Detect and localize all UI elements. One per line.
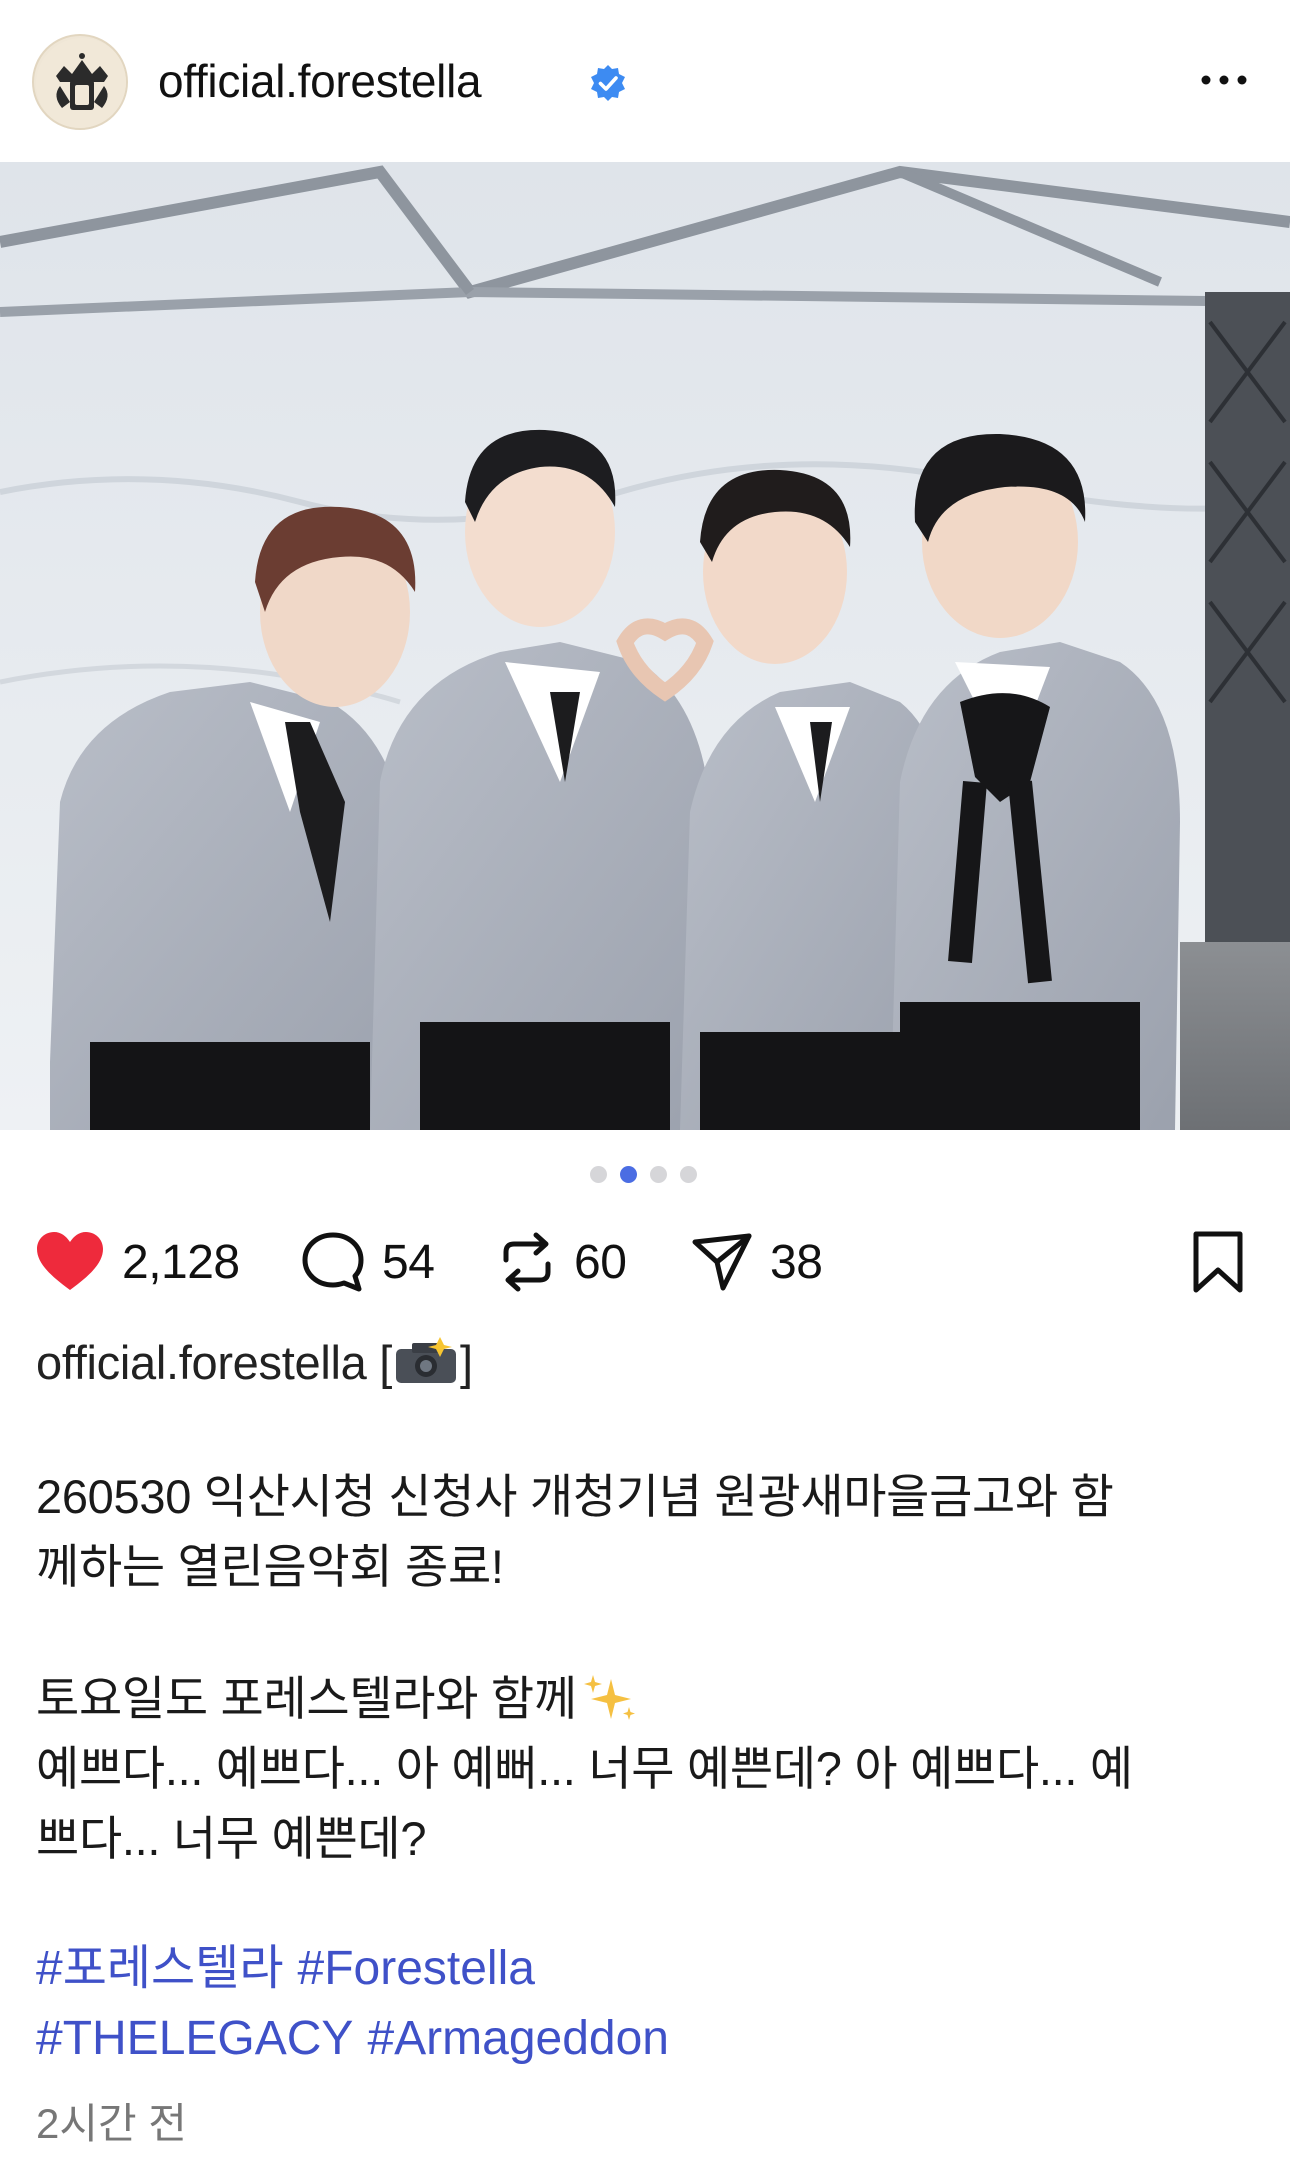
carousel-dot [590,1166,607,1183]
caption-line-text: 토요일도 포레스텔라와 함께 [36,1672,577,1725]
carousel-dot [680,1166,697,1183]
caption-line: 예쁘다... 예쁘다... 아 예뻐... 너무 예쁜데? 아 예쁘다... 예 [36,1742,1133,1795]
crest-logo-icon [36,38,126,128]
repost-count: 60 [574,1235,627,1289]
like-count: 2,128 [122,1235,240,1289]
like-button[interactable]: 2,128 [34,1230,240,1294]
group-photo-image [0,162,1290,1130]
save-button[interactable] [1190,1230,1246,1294]
caption-line: 토요일도 포레스텔라와 함께 [36,1664,1256,1734]
post-photo[interactable] [0,162,1290,1130]
repost-button[interactable]: 60 [496,1230,627,1294]
caption-line: 쁘다... 너무 예쁜데? [36,1812,427,1865]
hashtag-link[interactable]: #Armageddon [367,2012,669,2065]
share-count: 38 [770,1235,823,1289]
action-bar: 2,128 54 60 38 [0,1220,1290,1300]
repost-icon [503,1232,551,1292]
caption-close-bracket: ] [459,1336,473,1389]
comment-count: 54 [382,1235,435,1289]
comment-icon [302,1232,364,1292]
carousel-indicator [590,1166,700,1186]
comment-button[interactable]: 54 [300,1230,435,1294]
caption-line: 260530 익산시청 신청사 개청기념 원광새마을금고와 함 [36,1470,1114,1523]
sparkles-icon [583,1675,635,1720]
hashtag-row: #THELEGACY #Armageddon [36,2004,1256,2074]
camera-flash-icon [395,1337,456,1383]
caption-paragraph-1: 260530 익산시청 신청사 개청기념 원광새마을금고와 함 께하는 열린음악… [36,1462,1256,1602]
more-horizontal-icon[interactable] [1196,60,1252,100]
caption-paragraph-2: 토요일도 포레스텔라와 함께 예쁘다... 예쁘다... 아 예뻐... 너무 … [36,1664,1256,1874]
bookmark-icon [1193,1231,1243,1293]
caption-open-bracket: [ [379,1336,392,1389]
hashtag-list: #포레스텔라 #Forestella #THELEGACY #Armageddon [36,1934,1256,2074]
header-username[interactable]: official.forestella [158,54,482,108]
caption-username[interactable]: official.forestella [36,1336,367,1389]
hashtag-link[interactable]: #포레스텔라 [36,1942,284,1995]
verified-badge-icon [591,65,625,101]
avatar[interactable] [32,34,128,130]
share-icon [692,1233,752,1291]
share-button[interactable]: 38 [690,1230,823,1294]
post-screen: official.forestella 2,128 54 60 38 offic… [0,0,1290,2160]
caption-line: 께하는 열린음악회 종료! [36,1540,504,1593]
carousel-dot-active [620,1166,637,1183]
hashtag-row: #포레스텔라 #Forestella [36,1934,1256,2004]
hashtag-link[interactable]: #THELEGACY [36,2012,353,2065]
carousel-dot [650,1166,667,1183]
hashtag-link[interactable]: #Forestella [298,1942,535,1995]
post-timestamp: 2시간 전 [36,2100,187,2147]
post-header: official.forestella [0,0,1290,162]
caption-header: official.forestella [ ] [36,1335,473,1390]
heart-icon [37,1232,103,1290]
